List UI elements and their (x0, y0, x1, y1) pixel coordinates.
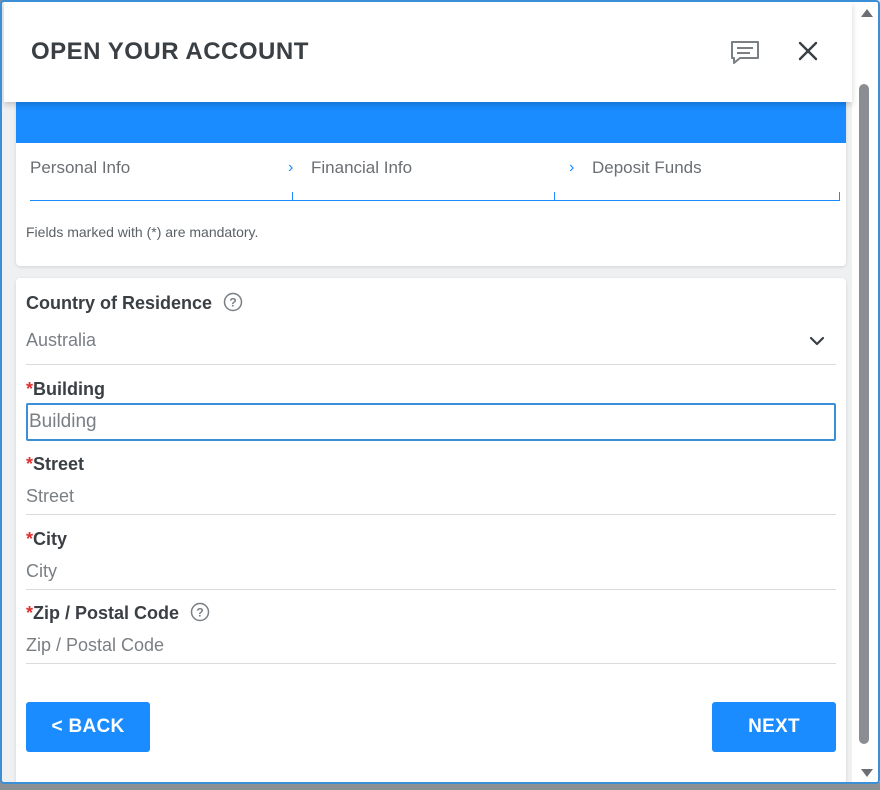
city-input[interactable]: City (26, 561, 57, 582)
scroll-thumb[interactable] (859, 84, 869, 744)
field-divider (26, 663, 836, 664)
chevron-down-icon[interactable] (809, 335, 825, 347)
street-input[interactable]: Street (26, 486, 74, 507)
scrollbar[interactable] (852, 2, 878, 782)
scroll-down-icon[interactable] (861, 769, 873, 777)
field-divider (26, 514, 836, 515)
step-deposit-funds[interactable]: Deposit Funds (592, 158, 702, 178)
progress-card: Personal Info › Financial Info › Deposit… (16, 98, 846, 266)
city-label: *City (26, 529, 68, 549)
svg-text:?: ? (229, 296, 236, 310)
progress-banner (16, 98, 846, 143)
zip-label: *Zip / Postal Code ? (26, 603, 210, 624)
modal-title: OPEN YOUR ACCOUNT (31, 38, 309, 65)
field-divider (26, 589, 836, 590)
address-form: Country of Residence ? Australia *Buildi… (16, 278, 846, 782)
step-personal-info[interactable]: Personal Info (30, 158, 130, 178)
help-icon[interactable]: ? (190, 602, 210, 622)
step-underline (30, 200, 840, 201)
scroll-up-icon[interactable] (861, 9, 873, 17)
step-financial-info[interactable]: Financial Info (311, 158, 412, 178)
step-divider (839, 192, 840, 201)
chat-icon[interactable] (730, 40, 760, 66)
step-divider (292, 192, 293, 201)
step-divider (554, 192, 555, 201)
zip-input[interactable]: Zip / Postal Code (26, 635, 164, 656)
building-label: *Building (26, 379, 105, 399)
country-select[interactable]: Australia (26, 330, 96, 351)
chevron-right-icon: › (288, 159, 294, 176)
back-button[interactable]: < BACK (26, 702, 150, 752)
chevron-right-icon: › (569, 159, 575, 176)
modal-header: OPEN YOUR ACCOUNT (4, 2, 852, 102)
account-modal: OPEN YOUR ACCOUNT Personal Info › Financ… (0, 0, 880, 784)
help-icon[interactable]: ? (223, 292, 243, 312)
country-label: Country of Residence ? (26, 293, 243, 314)
building-input[interactable]: Building (26, 403, 836, 441)
next-button[interactable]: NEXT (712, 702, 836, 752)
mandatory-note: Fields marked with (*) are mandatory. (26, 224, 259, 240)
close-icon[interactable] (796, 39, 820, 63)
field-divider (26, 364, 836, 365)
svg-text:?: ? (196, 606, 203, 620)
street-label: *Street (26, 454, 85, 474)
